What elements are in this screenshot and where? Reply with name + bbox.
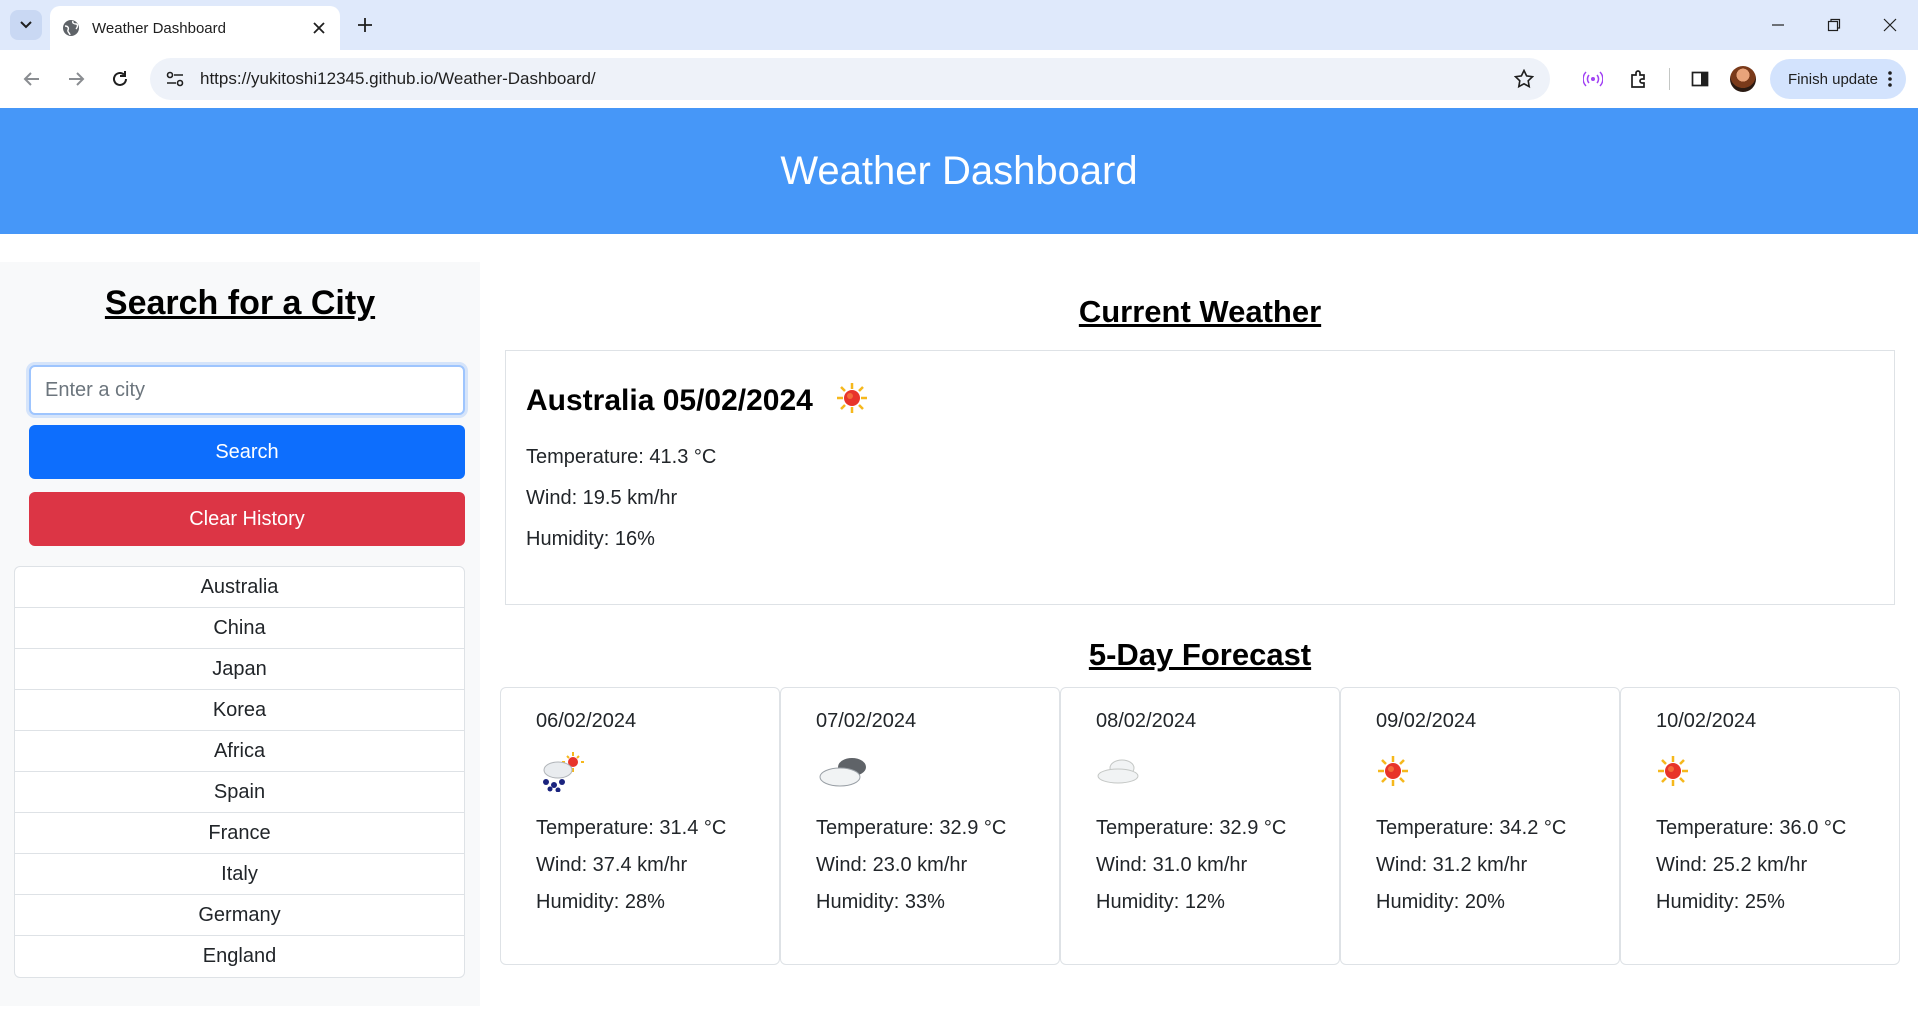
history-item-italy[interactable]: Italy xyxy=(15,854,464,895)
weather-main: Current Weather Australia 05/02/2024 Tem… xyxy=(500,262,1900,965)
window-controls xyxy=(1750,0,1918,50)
forecast-row: 06/02/2024 Temperature: 31.4 °C Wind: 37… xyxy=(500,687,1900,965)
history-item-germany[interactable]: Germany xyxy=(15,895,464,936)
minimize-button[interactable] xyxy=(1750,0,1806,50)
forecast-temperature: Temperature: 32.9 °C xyxy=(816,817,1007,839)
url-text[interactable]: https://yukitoshi12345.github.io/Weather… xyxy=(200,69,1512,89)
forecast-wind: Wind: 23.0 km/hr xyxy=(816,854,968,876)
history-item-africa[interactable]: Africa xyxy=(15,731,464,772)
toolbar-actions: Finish update xyxy=(1577,59,1906,99)
current-weather-title: Current Weather xyxy=(1078,294,1322,329)
current-temperature: Temperature: 41.3 °C xyxy=(526,446,717,468)
forecast-date: 08/02/2024 xyxy=(1096,710,1197,732)
reload-icon xyxy=(113,71,127,86)
media-cast-icon[interactable] xyxy=(1577,63,1609,95)
tab-strip: Weather Dashboard xyxy=(0,0,1918,50)
history-item-australia[interactable]: Australia xyxy=(15,567,464,608)
site-info-icon[interactable] xyxy=(164,68,186,90)
forecast-wind: Wind: 25.2 km/hr xyxy=(1656,854,1808,876)
sunny-icon xyxy=(1656,739,1864,803)
forecast-date: 09/02/2024 xyxy=(1376,710,1477,732)
restore-button[interactable] xyxy=(1806,0,1862,50)
current-city-date: Australia 05/02/2024 xyxy=(526,383,813,417)
forecast-card: 09/02/2024 Temperature: 34.2 °C Wind: 31… xyxy=(1340,687,1620,965)
forecast-title: 5-Day Forecast xyxy=(1088,637,1312,672)
forecast-humidity: Humidity: 33% xyxy=(816,891,945,913)
forecast-temperature: Temperature: 36.0 °C xyxy=(1656,817,1847,839)
page-title: Weather Dashboard xyxy=(780,148,1138,193)
rain-sun-icon xyxy=(536,739,744,803)
cloud-icon xyxy=(1096,739,1304,803)
history-item-england[interactable]: England xyxy=(15,936,464,977)
close-tab-button[interactable] xyxy=(310,19,328,37)
current-weather-card: Australia 05/02/2024 Temperature: 41.3 °… xyxy=(505,350,1895,605)
current-weather-header: Australia 05/02/2024 xyxy=(526,381,1874,420)
history-item-korea[interactable]: Korea xyxy=(15,690,464,731)
address-bar[interactable]: https://yukitoshi12345.github.io/Weather… xyxy=(150,58,1550,100)
page-content: Weather Dashboard Search for a City Sear… xyxy=(0,108,1918,1021)
minimize-icon xyxy=(1772,24,1784,26)
tab-search-button[interactable] xyxy=(10,10,42,40)
forecast-temperature: Temperature: 31.4 °C xyxy=(536,817,727,839)
toolbar-divider xyxy=(1668,68,1670,90)
extensions-icon[interactable] xyxy=(1623,63,1655,95)
profile-avatar[interactable] xyxy=(1729,66,1756,92)
finish-update-button[interactable]: Finish update xyxy=(1769,59,1906,99)
forecast-wind: Wind: 31.2 km/hr xyxy=(1376,854,1528,876)
forecast-humidity: Humidity: 28% xyxy=(536,891,665,913)
forecast-card: 08/02/2024 Temperature: 32.9 °C Wind: 31… xyxy=(1060,687,1340,965)
new-tab-button[interactable] xyxy=(352,12,378,38)
reload-button[interactable] xyxy=(100,59,140,99)
close-window-button[interactable] xyxy=(1862,0,1918,50)
history-item-france[interactable]: France xyxy=(15,813,464,854)
forecast-wind: Wind: 31.0 km/hr xyxy=(1096,854,1248,876)
forecast-date: 06/02/2024 xyxy=(536,710,637,732)
browser-tab[interactable]: Weather Dashboard xyxy=(50,6,340,50)
page-header: Weather Dashboard xyxy=(0,108,1918,234)
side-panel-icon[interactable] xyxy=(1684,63,1716,95)
city-search-input[interactable] xyxy=(29,365,465,415)
back-button[interactable] xyxy=(12,59,52,99)
forecast-humidity: Humidity: 25% xyxy=(1656,891,1785,913)
history-item-japan[interactable]: Japan xyxy=(15,649,464,690)
arrow-left-icon xyxy=(23,72,39,86)
search-history-list: Australia China Japan Korea Africa Spain… xyxy=(14,566,465,978)
sunny-icon xyxy=(835,381,869,420)
arrow-right-icon xyxy=(69,72,85,86)
forecast-card: 07/02/2024 Temperature: 32.9 °C Wind: 23… xyxy=(780,687,1060,965)
forecast-humidity: Humidity: 20% xyxy=(1376,891,1505,913)
history-item-china[interactable]: China xyxy=(15,608,464,649)
search-title: Search for a City xyxy=(104,284,376,322)
history-item-spain[interactable]: Spain xyxy=(15,772,464,813)
forecast-wind: Wind: 37.4 km/hr xyxy=(536,854,688,876)
tab-title: Weather Dashboard xyxy=(92,19,226,37)
current-humidity: Humidity: 16% xyxy=(526,528,655,550)
plus-icon xyxy=(358,18,372,32)
forecast-temperature: Temperature: 34.2 °C xyxy=(1376,817,1567,839)
globe-icon xyxy=(63,20,79,36)
more-vert-icon xyxy=(1888,71,1892,87)
chevron-down-icon xyxy=(20,21,32,29)
browser-chrome: Weather Dashboard https://yukitoshi12345… xyxy=(0,0,1918,108)
search-button[interactable]: Search xyxy=(29,425,465,479)
finish-update-label: Finish update xyxy=(1787,70,1878,88)
sunny-icon xyxy=(1376,739,1584,803)
current-wind: Wind: 19.5 km/hr xyxy=(526,487,678,509)
forecast-humidity: Humidity: 12% xyxy=(1096,891,1225,913)
forecast-date: 07/02/2024 xyxy=(816,710,917,732)
bookmark-star-icon[interactable] xyxy=(1512,67,1536,91)
broken-clouds-icon xyxy=(816,739,1024,803)
search-sidebar: Search for a City Search Clear History A… xyxy=(0,262,480,1006)
forecast-temperature: Temperature: 32.9 °C xyxy=(1096,817,1287,839)
browser-toolbar: https://yukitoshi12345.github.io/Weather… xyxy=(0,50,1918,108)
restore-icon xyxy=(1827,18,1841,32)
forward-button[interactable] xyxy=(56,59,96,99)
close-icon xyxy=(313,22,325,34)
forecast-card: 06/02/2024 Temperature: 31.4 °C Wind: 37… xyxy=(500,687,780,965)
close-icon xyxy=(1883,18,1897,32)
forecast-date: 10/02/2024 xyxy=(1656,710,1757,732)
clear-history-button[interactable]: Clear History xyxy=(29,492,465,546)
forecast-card: 10/02/2024 Temperature: 36.0 °C Wind: 25… xyxy=(1620,687,1900,965)
